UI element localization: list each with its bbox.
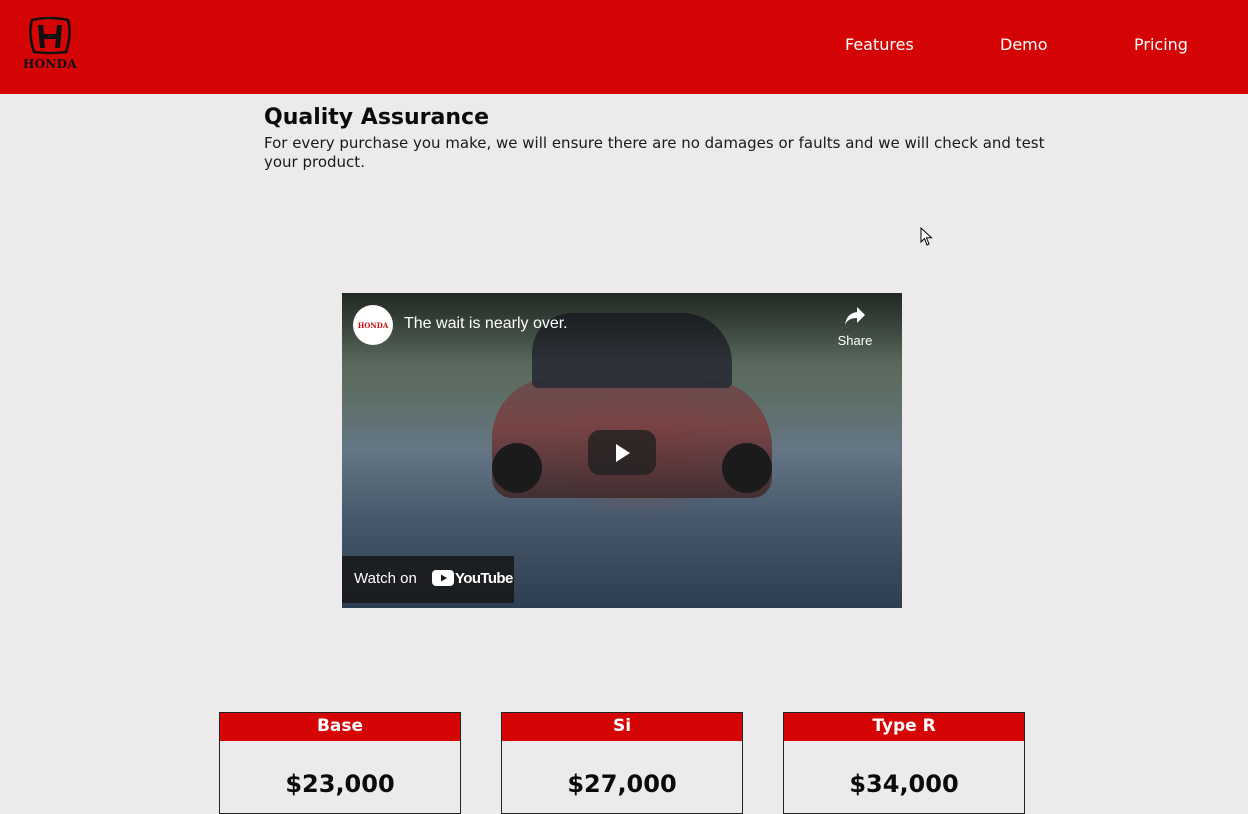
- nav-link-pricing[interactable]: Pricing: [1134, 35, 1188, 54]
- pricing-card-type-r: Type R $34,000: [783, 712, 1025, 814]
- watch-on-label: Watch on: [354, 570, 417, 587]
- youtube-play-icon: [432, 570, 454, 586]
- nav-link-demo[interactable]: Demo: [1000, 35, 1048, 54]
- pricing-card-title: Si: [502, 713, 742, 741]
- nav-link-features[interactable]: Features: [845, 35, 914, 54]
- car-wheel: [492, 443, 542, 493]
- mouse-cursor-icon: [920, 227, 933, 246]
- quality-description: For every purchase you make, we will ens…: [264, 134, 1045, 171]
- pricing-card-price: $34,000: [849, 770, 959, 798]
- youtube-wordmark: YouTube: [455, 570, 513, 587]
- channel-avatar[interactable]: HONDA: [353, 305, 393, 345]
- pricing-card-title: Base: [220, 713, 460, 741]
- play-button[interactable]: [588, 430, 656, 475]
- share-arrow-icon: [845, 307, 865, 325]
- play-icon: [616, 444, 630, 462]
- pricing-card-price: $23,000: [285, 770, 395, 798]
- share-label: Share: [837, 333, 873, 348]
- car-wheel: [722, 443, 772, 493]
- pricing-card-si: Si $27,000: [501, 712, 743, 814]
- honda-logo[interactable]: HONDA: [10, 16, 92, 72]
- site-header: HONDA Features Demo Pricing: [0, 0, 1248, 94]
- logo-wordmark: HONDA: [23, 57, 77, 71]
- video-embed[interactable]: HONDA The wait is nearly over. Share Wat…: [342, 293, 902, 608]
- pricing-card-price: $27,000: [567, 770, 677, 798]
- channel-badge-text: HONDA: [357, 320, 389, 330]
- honda-h-icon: [29, 16, 71, 55]
- pricing-card-base: Base $23,000: [219, 712, 461, 814]
- quality-title: Quality Assurance: [264, 105, 490, 130]
- pricing-card-title: Type R: [784, 713, 1024, 741]
- share-button[interactable]: Share: [830, 305, 880, 348]
- video-title[interactable]: The wait is nearly over.: [404, 315, 568, 333]
- watch-on-youtube-button[interactable]: Watch on YouTube: [342, 556, 514, 603]
